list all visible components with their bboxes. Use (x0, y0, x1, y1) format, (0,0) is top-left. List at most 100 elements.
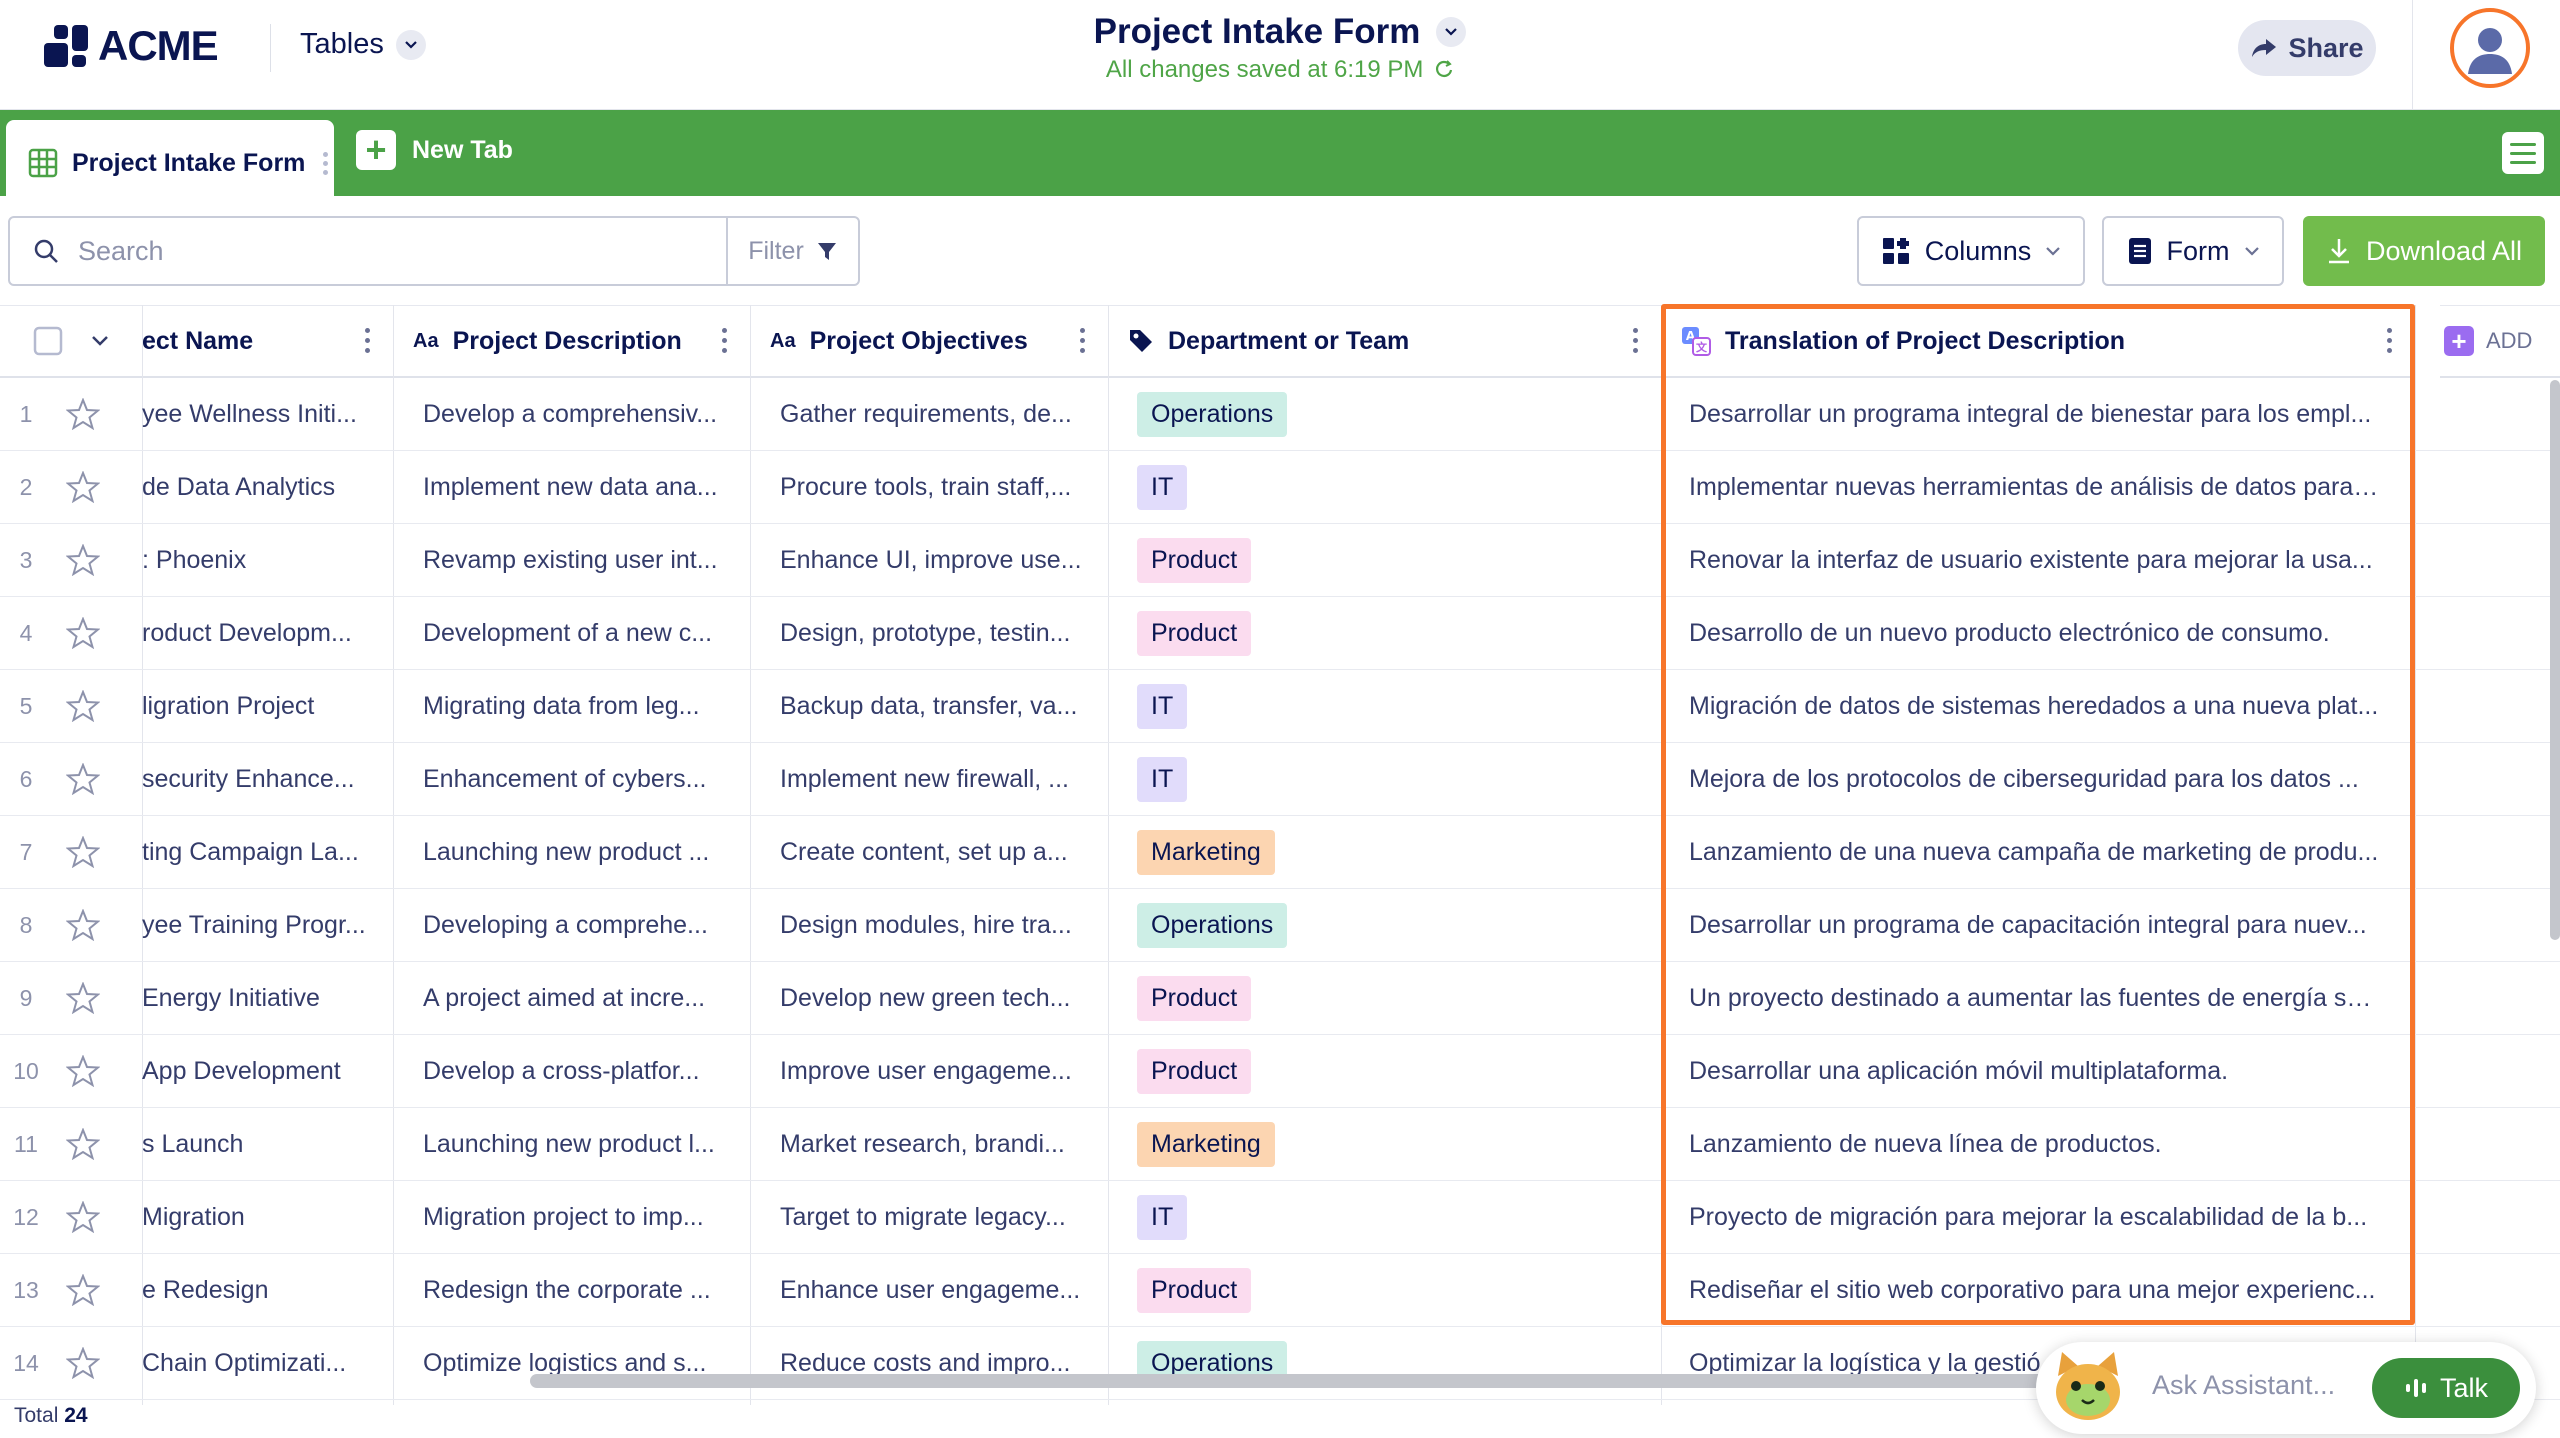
search-input[interactable] (78, 235, 678, 267)
cell-project-objectives[interactable]: Implement new firewall, ... (780, 743, 1092, 815)
cell-project-name[interactable]: de Data Analytics (142, 451, 378, 523)
cell-translation[interactable]: Proyecto de migración para mejorar la es… (1689, 1181, 2381, 1253)
cell-project-name[interactable]: ligration Project (142, 670, 378, 742)
star-icon[interactable] (52, 962, 114, 1034)
star-icon[interactable] (52, 889, 114, 961)
cell-project-name[interactable]: Energy Initiative (142, 962, 378, 1034)
cell-department[interactable]: Operations (1137, 1327, 1637, 1399)
cell-department[interactable]: Product (1137, 1254, 1637, 1326)
kebab-icon[interactable] (1633, 328, 1639, 353)
table-row[interactable]: 7 ting Campaign La... Launching new produc… (0, 816, 2560, 889)
cell-project-name[interactable]: roduct Developm... (142, 597, 378, 669)
table-row[interactable]: 12 Migration Migration project to imp... Ta… (0, 1181, 2560, 1254)
header-project-name[interactable]: ect Name (142, 305, 393, 378)
vertical-scrollbar[interactable] (2550, 380, 2560, 940)
cell-project-name[interactable]: e Redesign (142, 1254, 378, 1326)
table-row[interactable]: 11 s Launch Launching new product l... Mark… (0, 1108, 2560, 1181)
star-icon[interactable] (52, 816, 114, 888)
table-row[interactable]: 13 e Redesign Redesign the corporate ... En… (0, 1254, 2560, 1327)
kebab-icon[interactable] (323, 151, 329, 175)
cell-department[interactable]: Marketing (1137, 816, 1637, 888)
cell-translation[interactable]: Rediseñar el sitio web corporativo para … (1689, 1254, 2381, 1326)
cell-project-description[interactable]: Enhancement of cybers... (423, 743, 733, 815)
download-all-button[interactable]: Download All (2303, 216, 2545, 286)
table-row[interactable]: 3: Phoenix Revamp existing user int... Enh… (0, 524, 2560, 597)
cell-department[interactable]: Marketing (1137, 1108, 1637, 1180)
add-column-button[interactable]: + ADD (2440, 305, 2560, 378)
header-project-objectives[interactable]: Aa Project Objectives (750, 305, 1108, 378)
cell-project-name[interactable]: s Launch (142, 1108, 378, 1180)
cell-project-description[interactable]: Launching new product l... (423, 1108, 733, 1180)
search-box[interactable] (8, 216, 728, 286)
cell-translation[interactable]: Lanzamiento de nueva línea de productos. (1689, 1108, 2381, 1180)
star-icon[interactable] (52, 1254, 114, 1326)
table-row[interactable]: 5 ligration Project Migrating data from le… (0, 670, 2560, 743)
kebab-icon[interactable] (365, 328, 371, 353)
cell-project-description[interactable]: Launching new product ... (423, 816, 733, 888)
kebab-icon[interactable] (722, 328, 728, 353)
cell-project-description[interactable]: Redesign the corporate ... (423, 1254, 733, 1326)
cell-project-name[interactable]: yee Training Progr... (142, 889, 378, 961)
checkbox-icon[interactable] (33, 326, 63, 356)
cell-project-objectives[interactable]: Enhance UI, improve use... (780, 524, 1092, 596)
cell-project-objectives[interactable]: Reduce costs and impro... (780, 1327, 1092, 1399)
star-icon[interactable] (52, 1035, 114, 1107)
cell-project-description[interactable]: Developing a comprehe... (423, 889, 733, 961)
table-row[interactable]: 2 de Data Analytics Implement new data ana… (0, 451, 2560, 524)
header-department[interactable]: Department or Team (1108, 305, 1661, 378)
cell-department[interactable]: Operations (1137, 378, 1637, 450)
star-icon[interactable] (52, 670, 114, 742)
cell-department[interactable]: Product (1137, 597, 1637, 669)
star-icon[interactable] (52, 1108, 114, 1180)
cell-translation[interactable]: Desarrollo de un nuevo producto electrón… (1689, 597, 2381, 669)
cell-translation[interactable]: Lanzamiento de una nueva campaña de mark… (1689, 816, 2381, 888)
cell-project-description[interactable]: Development of a new c... (423, 597, 733, 669)
cell-project-objectives[interactable]: Gather requirements, de... (780, 378, 1092, 450)
cell-project-description[interactable]: Optimize logistics and s... (423, 1327, 733, 1399)
table-row[interactable]: 1 yee Wellness Initi... Develop a comprehe… (0, 378, 2560, 451)
cell-project-description[interactable]: Develop a comprehensiv... (423, 378, 733, 450)
cell-translation[interactable]: Desarrollar un programa de capacitación … (1689, 889, 2381, 961)
page-title[interactable]: Project Intake Form (1094, 12, 1467, 52)
star-icon[interactable] (52, 451, 114, 523)
tab-project-intake-form[interactable]: Project Intake Form (6, 120, 334, 206)
cell-project-objectives[interactable]: Procure tools, train staff,... (780, 451, 1092, 523)
cell-project-objectives[interactable]: Improve user engageme... (780, 1035, 1092, 1107)
cell-department[interactable]: Operations (1137, 889, 1637, 961)
star-icon[interactable] (52, 1327, 114, 1399)
chevron-down-icon[interactable] (1436, 17, 1467, 47)
cell-project-name[interactable]: security Enhance... (142, 743, 378, 815)
user-avatar-icon[interactable] (2450, 8, 2530, 88)
star-icon[interactable] (52, 524, 114, 596)
cell-project-description[interactable]: Migration project to imp... (423, 1181, 733, 1253)
header-translation[interactable]: A文 Translation of Project Description (1661, 305, 2415, 378)
cell-translation[interactable]: Desarrollar un programa integral de bien… (1689, 378, 2381, 450)
cell-translation[interactable]: Un proyecto destinado a aumentar las fue… (1689, 962, 2381, 1034)
cell-department[interactable]: IT (1137, 743, 1637, 815)
header-project-description[interactable]: Aa Project Description (393, 305, 750, 378)
table-row[interactable]: 9 Energy Initiative A project aimed at inc… (0, 962, 2560, 1035)
cell-project-objectives[interactable]: Enhance user engageme... (780, 1254, 1092, 1326)
new-tab-button[interactable]: + New Tab (356, 130, 513, 170)
star-icon[interactable] (52, 597, 114, 669)
cell-project-name[interactable]: : Phoenix (142, 524, 378, 596)
cell-project-description[interactable]: Migrating data from leg... (423, 670, 733, 742)
cell-project-objectives[interactable]: Develop new green tech... (780, 962, 1092, 1034)
cell-project-description[interactable]: A project aimed at incre... (423, 962, 733, 1034)
cell-department[interactable]: Product (1137, 962, 1637, 1034)
cell-translation[interactable]: Renovar la interfaz de usuario existente… (1689, 524, 2381, 596)
cell-project-name[interactable]: Migration (142, 1181, 378, 1253)
cell-project-objectives[interactable]: Create content, set up a... (780, 816, 1092, 888)
star-icon[interactable] (52, 743, 114, 815)
cell-project-description[interactable]: Revamp existing user int... (423, 524, 733, 596)
cell-project-objectives[interactable]: Backup data, transfer, va... (780, 670, 1092, 742)
cell-project-description[interactable]: Develop a cross-platfor... (423, 1035, 733, 1107)
cell-project-name[interactable]: App Development (142, 1035, 378, 1107)
cell-translation[interactable]: Desarrollar una aplicación móvil multipl… (1689, 1035, 2381, 1107)
cell-project-name[interactable]: ting Campaign La... (142, 816, 378, 888)
cell-department[interactable]: IT (1137, 670, 1637, 742)
assistant-widget[interactable]: Ask Assistant... Talk (2036, 1342, 2536, 1434)
kebab-icon[interactable] (2387, 328, 2393, 353)
form-button[interactable]: Form (2102, 216, 2284, 286)
cell-project-name[interactable]: yee Wellness Initi... (142, 378, 378, 450)
